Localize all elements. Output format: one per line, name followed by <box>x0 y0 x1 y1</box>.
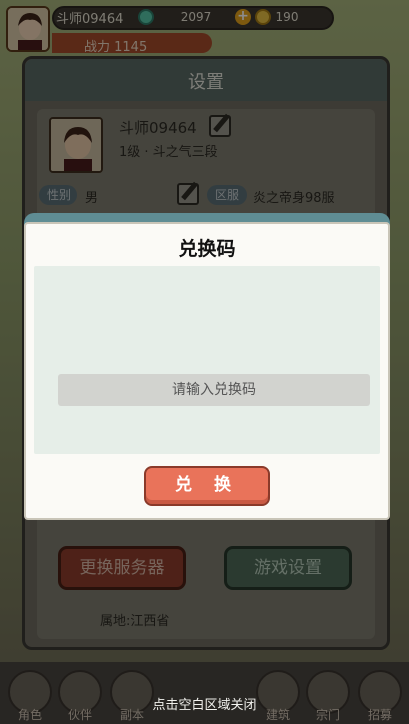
redeem-code-dialog: 兑换码 兑 换 <box>24 222 390 520</box>
dialog-content-area <box>34 266 380 454</box>
redeem-button[interactable]: 兑 换 <box>144 466 270 506</box>
close-hint: 点击空白区域关闭 <box>152 698 257 713</box>
dialog-title: 兑换码 <box>178 238 236 260</box>
redeem-code-input[interactable] <box>58 374 370 406</box>
